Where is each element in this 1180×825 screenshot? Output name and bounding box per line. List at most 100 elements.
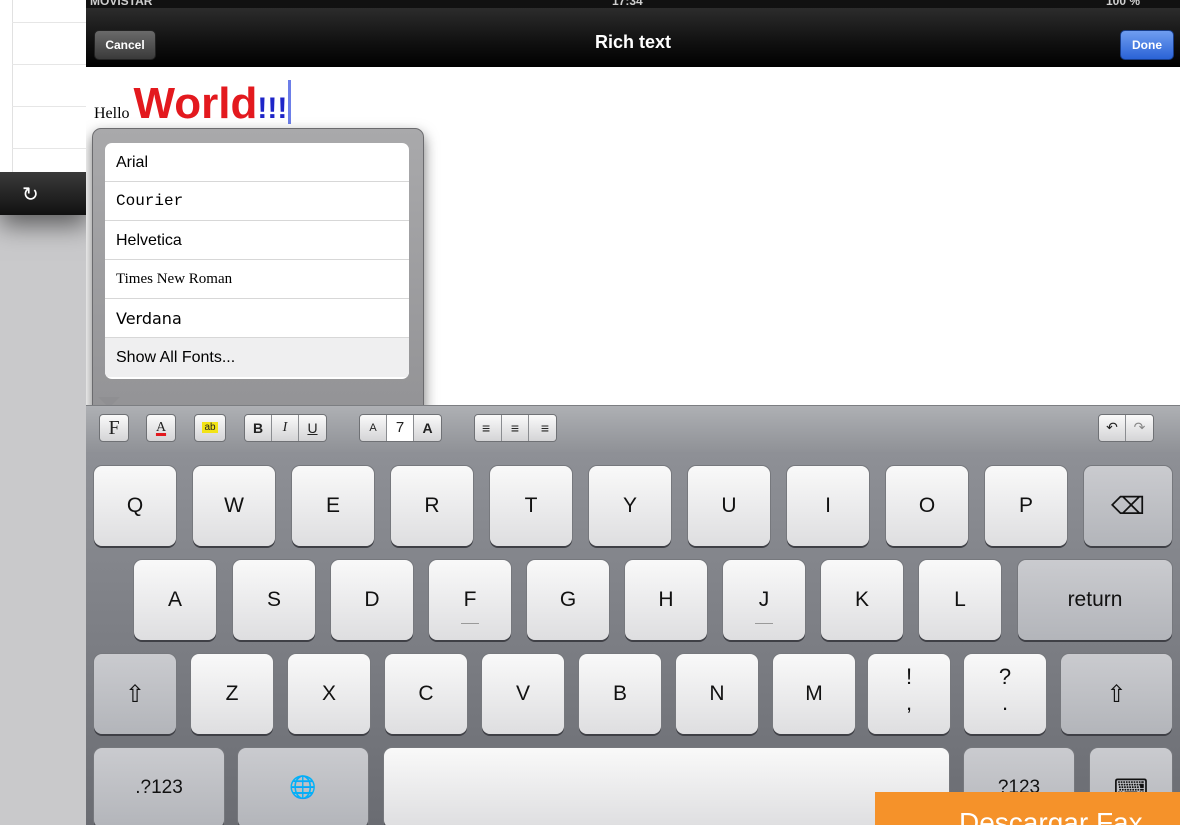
bold-button[interactable]: B [245,415,272,441]
key-dual-label: !, [868,664,950,716]
key-question-period[interactable]: ?. [964,654,1046,734]
key-g[interactable]: G [527,560,609,640]
key-label: Z [225,682,239,705]
on-screen-keyboard: Q W E R T Y U I O P ⌫ A S D F G H J K L … [86,452,1180,825]
align-center-button[interactable]: ≡ [502,415,529,441]
font-option-arial[interactable]: Arial [105,143,409,182]
background-row [12,22,88,23]
key-v[interactable]: V [482,654,564,734]
key-exclamation-comma[interactable]: !, [868,654,950,734]
text-color-icon: A [155,420,167,435]
key-label: V [515,682,530,705]
key-k[interactable]: K [821,560,903,640]
background-divider [12,0,13,172]
key-x[interactable]: X [288,654,370,734]
key-label: U [721,494,737,517]
key-u[interactable]: U [688,466,770,546]
key-label: S [266,588,281,611]
key-y[interactable]: Y [589,466,671,546]
rich-text-editor[interactable]: HelloWorld!!! Arial Courier Helvetica Ti… [86,67,1180,466]
space-key[interactable] [384,748,949,825]
status-bar: MOVISTAR 17:34 100 % [86,0,1180,8]
numbers-key-left[interactable]: .?123 [94,748,224,825]
fax-download-banner[interactable]: Descargar Fax [875,792,1180,825]
key-label: W [224,494,244,517]
clock: 17:34 [612,0,643,8]
key-label: T [524,494,538,517]
italic-button[interactable]: I [272,415,299,441]
underline-button[interactable]: U [299,415,326,441]
shift-icon: ⇧ [1106,680,1127,708]
text-exclamations: !!! [257,92,288,125]
key-label: E [325,494,340,517]
key-j[interactable]: J [723,560,805,640]
globe-key[interactable]: 🌐 [238,748,368,825]
undo-redo-segment: ↶ ↷ [1098,414,1154,442]
key-i[interactable]: I [787,466,869,546]
key-h[interactable]: H [625,560,707,640]
redo-button[interactable]: ↷ [1126,415,1153,441]
key-label: M [805,682,823,705]
key-s[interactable]: S [233,560,315,640]
key-q[interactable]: Q [94,466,176,546]
decrease-size-button[interactable]: A [360,415,387,441]
shift-left-key[interactable]: ⇧ [94,654,176,734]
refresh-icon[interactable]: ↻ [22,182,39,206]
background-row [12,106,88,107]
increase-size-button[interactable]: A [414,415,441,441]
font-picker-button[interactable]: F [99,414,129,442]
font-option-times-new-roman[interactable]: Times New Roman [105,260,409,299]
key-z[interactable]: Z [191,654,273,734]
alignment-segment: ≡ ≡ ≡ [474,414,557,442]
key-n[interactable]: N [676,654,758,734]
font-option-verdana[interactable]: Verdana [105,299,409,338]
highlight-color-button[interactable]: ab [194,414,226,442]
key-a[interactable]: A [134,560,216,640]
font-option-helvetica[interactable]: Helvetica [105,221,409,260]
font-list: Arial Courier Helvetica Times New Roman … [105,143,409,379]
key-label: G [559,588,577,611]
key-label: C [418,682,434,705]
key-d[interactable]: D [331,560,413,640]
key-r[interactable]: R [391,466,473,546]
key-label: N [709,682,725,705]
done-button[interactable]: Done [1120,30,1174,60]
editor-text-line: HelloWorld!!! [94,79,292,129]
key-top-label: ? [998,664,1012,689]
key-m[interactable]: M [773,654,855,734]
font-option-courier[interactable]: Courier [105,182,409,221]
undo-button[interactable]: ↶ [1099,415,1126,441]
key-w[interactable]: W [193,466,275,546]
text-color-button[interactable]: A [146,414,176,442]
key-label: D [364,588,380,611]
key-t[interactable]: T [490,466,572,546]
key-bottom-label: , [905,690,913,715]
align-right-button[interactable]: ≡ [529,415,556,441]
key-p[interactable]: P [985,466,1067,546]
return-key[interactable]: return [1018,560,1172,640]
backspace-key[interactable]: ⌫ [1084,466,1172,546]
key-label: I [825,494,831,517]
key-label: A [167,588,182,611]
home-row-marker [755,623,773,624]
key-dual-label: ?. [964,664,1046,716]
return-label: return [1067,588,1123,611]
key-b[interactable]: B [579,654,661,734]
background-row [12,148,88,149]
align-left-button[interactable]: ≡ [475,415,502,441]
text-hello: Hello [94,105,130,122]
key-l[interactable]: L [919,560,1001,640]
key-label: O [918,494,936,517]
rich-text-window: MOVISTAR 17:34 100 % Cancel Rich text Do… [86,0,1180,825]
battery-label: 100 % [1106,0,1141,8]
key-e[interactable]: E [292,466,374,546]
key-label: F [463,588,477,611]
font-icon: F [108,417,120,439]
key-f[interactable]: F [429,560,511,640]
show-all-fonts-item[interactable]: Show All Fonts... [105,338,409,377]
key-label: P [1018,494,1033,517]
key-o[interactable]: O [886,466,968,546]
page-title: Rich text [594,32,672,52]
shift-right-key[interactable]: ⇧ [1061,654,1172,734]
key-c[interactable]: C [385,654,467,734]
